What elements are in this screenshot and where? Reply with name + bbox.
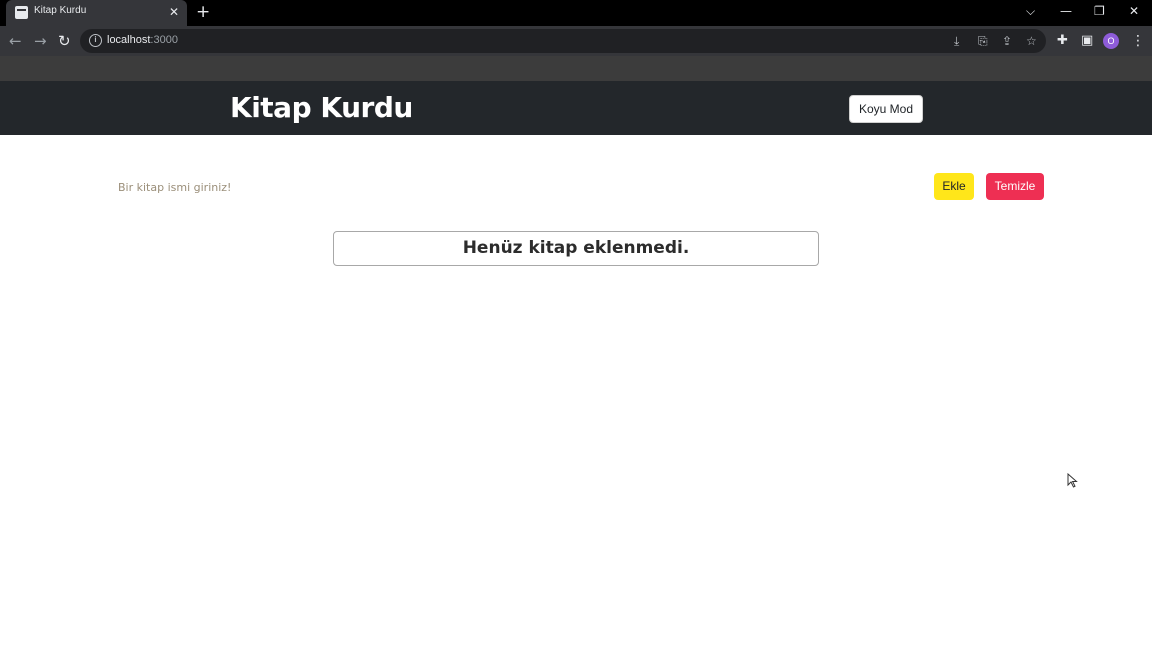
share-icon[interactable]: ⇪ [1002,33,1012,49]
dark-mode-button[interactable]: Koyu Mod [849,95,923,123]
tab-title: Kitap Kurdu [34,5,87,16]
clear-button[interactable]: Temizle [986,173,1044,200]
new-tab-icon[interactable]: + [196,2,210,22]
url-text[interactable]: localhost:3000 [107,34,178,46]
url-port: :3000 [150,34,178,46]
restore-icon[interactable]: ❐ [1094,3,1105,19]
profile-avatar[interactable]: O [1103,33,1119,49]
book-name-input[interactable] [112,174,612,200]
browser-tab[interactable]: Kitap Kurdu ✕ [6,0,187,26]
install-app-icon[interactable]: ⤓ [954,33,959,49]
site-info-icon[interactable]: i [89,34,102,47]
app-header: Kitap Kurdu Koyu Mod [0,81,1152,135]
url-host: localhost [107,34,151,46]
add-button[interactable]: Ekle [934,173,974,200]
browser-info-strip [0,56,1152,81]
reload-icon[interactable]: ↻ [58,32,71,50]
app-title: Kitap Kurdu [230,91,413,124]
side-panel-icon[interactable]: ▣ [1081,34,1093,48]
close-window-icon[interactable]: ✕ [1129,3,1139,19]
minimize-icon[interactable]: — [1060,3,1072,19]
browser-menu-icon[interactable]: ⋮ [1131,33,1145,49]
back-icon[interactable]: ← [9,32,22,50]
empty-message: Henüz kitap eklenmedi. [462,238,690,258]
page-favicon-icon [15,6,28,19]
book-list-empty-state: Henüz kitap eklenmedi. [333,231,819,266]
tab-close-icon[interactable]: ✕ [169,5,179,19]
mouse-cursor-icon [1067,473,1078,488]
browser-toolbar: ← → ↻ i localhost:3000 ⤓ ⎘ ⇪ ☆ ✚ ▣ O ⋮ [0,26,1152,56]
bookmark-star-icon[interactable]: ☆ [1026,33,1037,49]
address-bar[interactable]: i localhost:3000 ⤓ ⎘ ⇪ ☆ [80,29,1046,53]
tab-search-icon[interactable]: ⌵ [1026,3,1035,19]
translate-icon[interactable]: ⎘ [978,33,988,49]
forward-icon[interactable]: → [34,32,47,50]
browser-tab-bar: Kitap Kurdu ✕ + ⌵ — ❐ ✕ [0,0,1152,26]
extensions-icon[interactable]: ✚ [1057,34,1068,48]
